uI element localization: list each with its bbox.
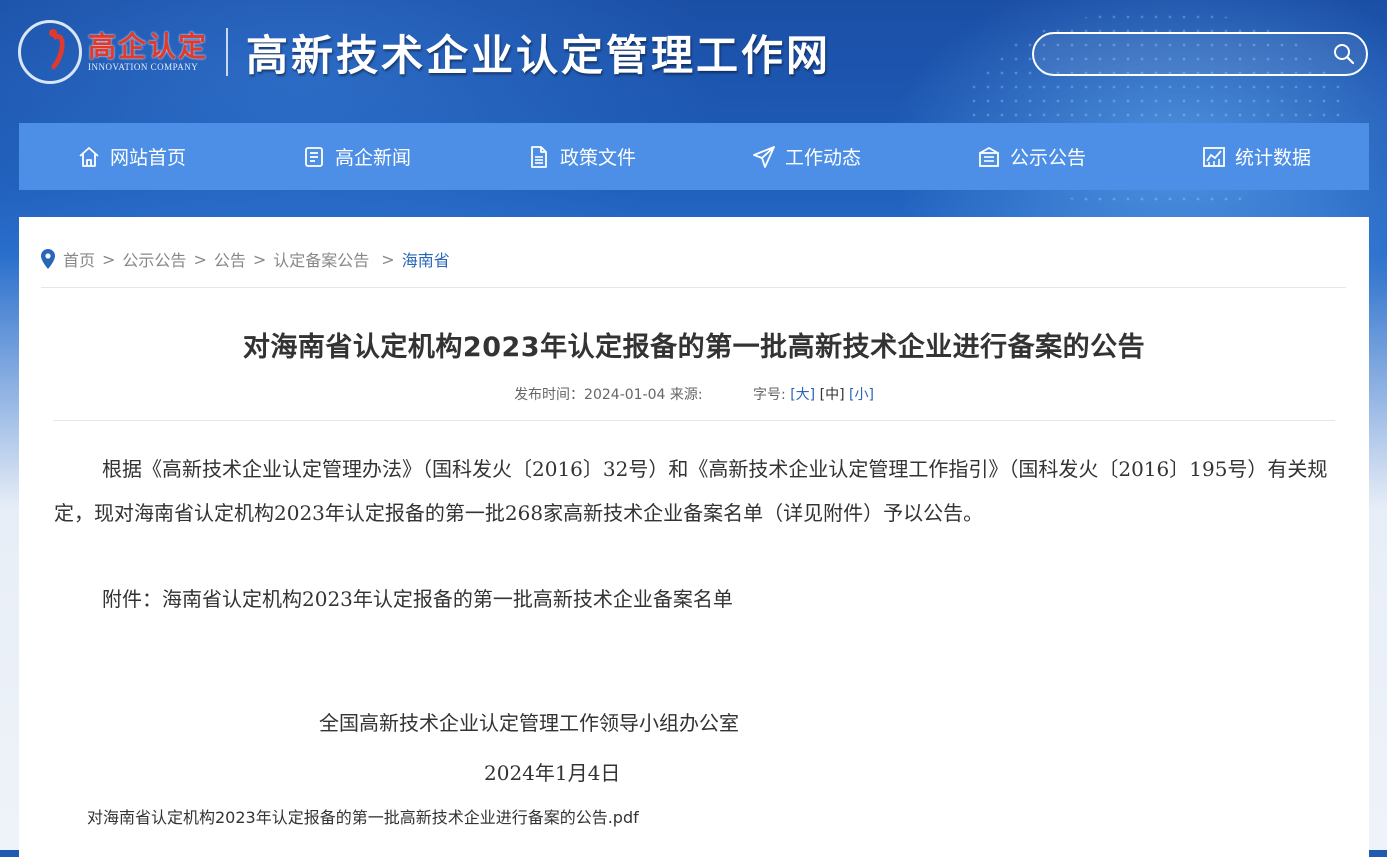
nav-item-label: 政策文件 (559, 147, 636, 169)
breadcrumb-separator: > (193, 249, 207, 269)
article-body: 根据《高新技术企业认定管理办法》（国科发火〔2016〕32号）和《高新技术企业认… (54, 447, 1336, 621)
document-icon (531, 145, 547, 168)
nav-item-label: 工作动态 (784, 147, 861, 169)
nav-item-home[interactable]: 网站首页 (19, 123, 244, 190)
breadcrumb: 首页 > 公示公告 > 公告 > 认定备案公告 > 海南省 (41, 247, 450, 271)
bulletin-icon (979, 146, 999, 167)
logo-mark-icon (18, 20, 82, 84)
article-paragraph: 根据《高新技术企业认定管理办法》（国科发火〔2016〕32号）和《高新技术企业认… (54, 457, 1328, 525)
attachment-pdf-link[interactable]: 对海南省认定机构2023年认定报备的第一批高新技术企业进行备案的公告.pdf (87, 804, 639, 828)
article-container: 首页 > 公示公告 > 公告 > 认定备案公告 > 海南省 对海南省认定机构20… (19, 217, 1369, 857)
nav-item-label: 高企新闻 (334, 147, 411, 169)
publish-info: 发布时间：2024-01-04 来源: (514, 387, 703, 403)
logo-divider (226, 28, 229, 76)
article-meta: 发布时间：2024-01-04 来源: 字号: [大] [中] [小] (19, 384, 1369, 404)
nav-item-statistics[interactable]: 统计数据 (1144, 123, 1369, 190)
search-input[interactable] (1050, 42, 1324, 68)
nav-item-news[interactable]: 高企新闻 (244, 123, 469, 190)
font-small-button[interactable]: [小] (849, 387, 874, 403)
breadcrumb-notice[interactable]: 公告 (214, 247, 246, 271)
signature-organization: 全国高新技术企业认定管理工作领导小组办公室 (319, 711, 739, 735)
paper-plane-icon (753, 145, 775, 168)
search-icon[interactable] (1332, 42, 1356, 66)
site-title: 高新技术企业认定管理工作网 (246, 30, 832, 80)
chart-icon (1203, 146, 1225, 167)
nav-item-label: 统计数据 (1234, 147, 1311, 169)
signature-date: 2024年1月4日 (484, 761, 621, 785)
location-pin-icon (41, 249, 55, 269)
breadcrumb-filing-notice[interactable]: 认定备案公告 (273, 247, 369, 271)
article-title: 对海南省认定机构2023年认定报备的第一批高新技术企业进行备案的公告 (242, 332, 1146, 363)
breadcrumb-announcements[interactable]: 公示公告 (122, 247, 186, 271)
main-nav: 网站首页 高企新闻 政策文件 工作动态 公示公告 统计数据 (19, 123, 1369, 190)
divider (53, 420, 1335, 421)
logo-text: 高企认定 INNOVATION COMPANY (88, 30, 209, 73)
news-icon (305, 146, 323, 167)
nav-item-work-updates[interactable]: 工作动态 (694, 123, 919, 190)
attachment-text: 附件：海南省认定机构2023年认定报备的第一批高新技术企业备案名单 (102, 587, 733, 611)
nav-item-policy[interactable]: 政策文件 (469, 123, 694, 190)
font-medium-button[interactable]: [中] (820, 387, 845, 403)
breadcrumb-separator: > (381, 249, 395, 269)
logo-english-name: INNOVATION COMPANY (88, 62, 199, 72)
nav-item-label: 公示公告 (1009, 147, 1086, 169)
home-icon (79, 146, 99, 167)
breadcrumb-current[interactable]: 海南省 (402, 247, 450, 271)
divider (41, 287, 1346, 288)
nav-item-announcements[interactable]: 公示公告 (919, 123, 1144, 190)
logo-chinese-name: 高企认定 (88, 30, 209, 63)
breadcrumb-separator: > (102, 249, 116, 269)
breadcrumb-separator: > (252, 249, 267, 269)
font-size-label: 字号: (753, 387, 786, 403)
font-large-button[interactable]: [大] (790, 387, 815, 403)
search-box[interactable] (1032, 32, 1368, 76)
site-logo[interactable]: 高企认定 INNOVATION COMPANY 高新技术企业认定管理工作网 (18, 20, 831, 84)
nav-item-label: 网站首页 (109, 147, 186, 169)
breadcrumb-home[interactable]: 首页 (63, 247, 95, 271)
